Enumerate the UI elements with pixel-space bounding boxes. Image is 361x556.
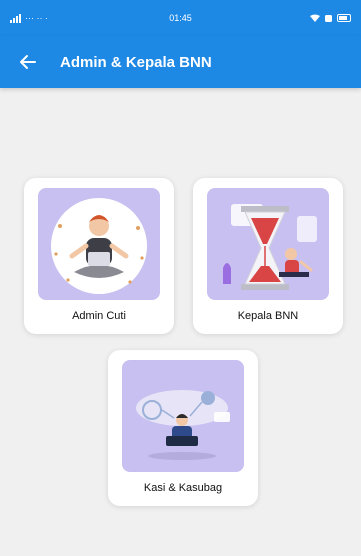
meditating-person-illustration xyxy=(38,188,160,300)
status-time: 01:45 xyxy=(169,13,192,23)
status-left-text: ··· ·· · xyxy=(25,13,48,23)
page-title: Admin & Kepala BNN xyxy=(60,53,212,71)
menu-card-admin-cuti[interactable]: Admin Cuti xyxy=(24,178,174,334)
signal-icon xyxy=(10,13,21,23)
arrow-left-icon xyxy=(20,55,36,69)
status-right xyxy=(310,14,351,23)
menu-label: Kasi & Kasubag xyxy=(143,482,223,494)
notification-icon xyxy=(325,14,332,22)
status-bar: ··· ·· · 01:45 xyxy=(0,0,361,36)
menu-card-kepala-bnn[interactable]: Kepala BNN xyxy=(193,178,343,334)
menu-label: Admin Cuti xyxy=(72,310,126,322)
app-bar: Admin & Kepala BNN xyxy=(0,36,361,88)
back-button[interactable] xyxy=(0,36,56,88)
menu-card-kasi-kasubag[interactable]: Kasi & Kasubag xyxy=(108,350,258,506)
status-left: ··· ·· · xyxy=(10,13,48,23)
wifi-icon xyxy=(310,14,320,22)
battery-icon xyxy=(337,14,351,22)
menu-label: Kepala BNN xyxy=(237,310,299,322)
hourglass-person-illustration xyxy=(207,188,329,300)
person-computer-cloud-illustration xyxy=(122,360,244,472)
